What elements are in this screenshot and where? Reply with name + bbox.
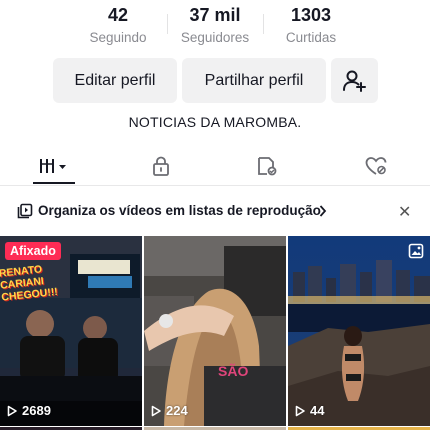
video-overlay-caption: RENATO CARIANI CHEGOU!!! xyxy=(0,263,59,304)
edit-profile-button[interactable]: Editar perfil xyxy=(53,58,177,103)
likes-label: Curtidas xyxy=(285,30,337,45)
close-icon[interactable]: ✕ xyxy=(398,202,411,222)
grid-icon xyxy=(40,158,66,173)
playlist-icon xyxy=(17,203,33,219)
playlist-banner-text: Organiza os vídeos em listas de reproduç… xyxy=(38,203,321,218)
play-icon xyxy=(295,405,305,416)
video-grid: RENATO CARIANI CHEGOU!!! Afixado 2689 SÃ… xyxy=(0,236,430,430)
tab-liked[interactable] xyxy=(341,146,411,185)
view-count: 224 xyxy=(150,403,188,418)
tab-videos[interactable] xyxy=(19,146,89,185)
view-count-value: 224 xyxy=(166,403,188,418)
share-profile-button[interactable]: Partilhar perfil xyxy=(182,58,326,103)
followers-stat[interactable]: 37 mil Seguidores xyxy=(165,4,265,48)
following-label: Seguindo xyxy=(89,30,147,45)
likes-stat[interactable]: 1303 Curtidas xyxy=(261,4,361,48)
add-friend-button[interactable] xyxy=(331,58,378,103)
active-tab-indicator xyxy=(33,182,75,184)
add-user-icon xyxy=(342,70,366,92)
view-count: 2689 xyxy=(6,403,51,418)
following-stat[interactable]: 42 Seguindo xyxy=(68,4,168,48)
followers-count: 37 mil xyxy=(189,5,241,25)
view-count-value: 44 xyxy=(310,403,325,418)
following-count: 42 xyxy=(107,5,129,25)
tab-private[interactable] xyxy=(126,146,196,185)
playlist-banner[interactable]: Organiza os vídeos em listas de reproduç… xyxy=(0,196,430,226)
liked-icon xyxy=(365,156,387,175)
video-thumbnail[interactable]: 44 xyxy=(288,236,430,426)
play-icon xyxy=(151,405,161,416)
video-thumbnail[interactable]: SÃO 224 xyxy=(144,236,286,426)
video-thumbnail[interactable]: RENATO CARIANI CHEGOU!!! Afixado 2689 xyxy=(0,236,142,426)
play-icon xyxy=(7,405,17,416)
tab-reposts[interactable] xyxy=(232,146,302,185)
gym-mirror-thumbnail-image: SÃO xyxy=(144,236,286,426)
profile-tabs xyxy=(0,146,430,186)
chevron-right-icon xyxy=(319,205,327,217)
view-count-value: 2689 xyxy=(22,403,51,418)
shirt-print-text: SÃO xyxy=(218,362,248,379)
profile-bio: NOTICIAS DA MAROMBA. xyxy=(128,114,302,130)
view-count: 44 xyxy=(294,403,324,418)
beach-night-thumbnail-image xyxy=(288,236,430,426)
tag-icon xyxy=(258,156,277,175)
lock-icon xyxy=(153,156,169,176)
followers-label: Seguidores xyxy=(180,30,250,45)
photo-icon xyxy=(408,243,424,259)
pinned-badge: Afixado xyxy=(5,242,61,260)
profile-stats: 42 Seguindo 37 mil Seguidores 1303 Curti… xyxy=(0,0,430,50)
likes-count: 1303 xyxy=(290,5,332,25)
